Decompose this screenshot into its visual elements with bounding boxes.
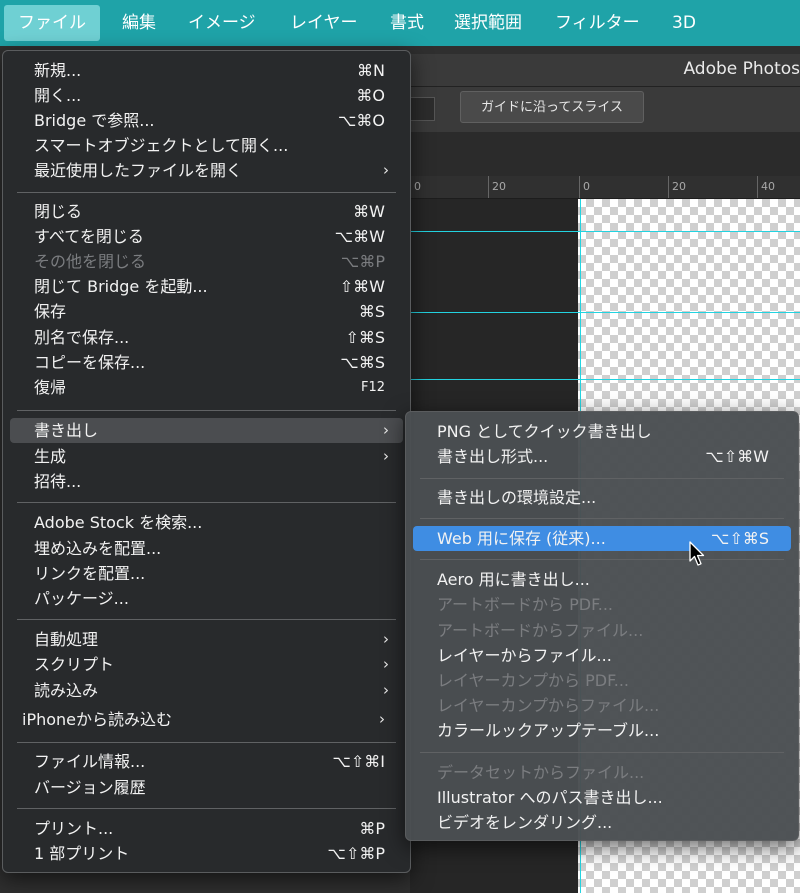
- menu-item-data-sets-as-files: データセットからファイル...: [437, 763, 645, 782]
- ruler-tick: 20: [488, 176, 506, 198]
- chevron-right-icon: ›: [383, 681, 389, 699]
- chevron-right-icon: ›: [383, 161, 389, 179]
- export-submenu: PNG としてクイック書き出し 書き出し形式... ⌥⇧⌘W 書き出しの環境設定.…: [405, 411, 799, 841]
- guide-line[interactable]: [410, 312, 800, 313]
- chevron-right-icon: ›: [383, 630, 389, 648]
- menu-item-artboards-to-files: アートボードからファイル...: [437, 621, 644, 640]
- menu-item-search-adobe-stock[interactable]: Adobe Stock を検索...: [10, 510, 403, 535]
- menu-item-automate[interactable]: 自動処理 ›: [10, 627, 403, 652]
- arrow-cursor-icon: [689, 541, 705, 566]
- menu-item-open-as-smart-object[interactable]: スマートオブジェクトとして開く...: [10, 133, 403, 158]
- menu-item-export-as[interactable]: 書き出し形式... ⌥⇧⌘W: [413, 444, 791, 469]
- menu-separator: [420, 478, 784, 479]
- ruler-tick: 0: [579, 176, 590, 198]
- menu-edit[interactable]: 編集: [108, 5, 170, 41]
- menu-item-revert[interactable]: 復帰 F12: [10, 375, 403, 400]
- options-input[interactable]: [410, 97, 435, 121]
- window-title: Adobe Photos: [683, 59, 800, 79]
- menu-item-browse-in-bridge[interactable]: Bridge で参照... ⌥⌘O: [10, 108, 403, 133]
- menu-item-print-one-copy[interactable]: 1 部プリント ⌥⇧⌘P: [10, 841, 403, 866]
- menu-item-export[interactable]: 書き出し ›: [10, 418, 403, 443]
- slices-from-guides-button[interactable]: ガイドに沿ってスライス: [460, 91, 644, 123]
- menu-item-save-a-copy[interactable]: コピーを保存... ⌥⌘S: [10, 350, 403, 375]
- menu-item-scripts[interactable]: スクリプト ›: [10, 652, 403, 677]
- menu-item-layer-comps-to-pdf: レイヤーカンプから PDF...: [437, 671, 629, 690]
- menu-item-save-for-web-legacy[interactable]: Web 用に保存 (従来)... ⌥⇧⌘S: [413, 526, 791, 551]
- menu-image[interactable]: イメージ: [174, 5, 270, 41]
- guide-line[interactable]: [410, 231, 800, 232]
- menu-item-close[interactable]: 閉じる ⌘W: [10, 199, 403, 224]
- menu-item-invite[interactable]: 招待...: [10, 469, 403, 494]
- menu-item-color-lookup-tables[interactable]: カラールックアップテーブル...: [413, 718, 791, 743]
- menu-item-save[interactable]: 保存 ⌘S: [10, 299, 403, 324]
- document-tab-strip: [410, 132, 800, 176]
- menu-item-open-recent[interactable]: 最近使用したファイルを開く ›: [10, 158, 403, 183]
- menu-item-open[interactable]: 開く... ⌘O: [10, 83, 403, 108]
- menu-item-place-linked[interactable]: リンクを配置...: [10, 561, 403, 586]
- menu-separator: [420, 559, 784, 560]
- menu-type[interactable]: 書式: [376, 5, 438, 41]
- menu-item-export-for-aero[interactable]: Aero 用に書き出し...: [413, 567, 791, 592]
- menu-select[interactable]: 選択範囲: [440, 5, 536, 41]
- menu-item-render-video[interactable]: ビデオをレンダリング...: [413, 810, 791, 835]
- document-titlebar: Adobe Photos: [410, 54, 800, 87]
- menu-item-package[interactable]: パッケージ...: [10, 586, 403, 611]
- menu-item-generate[interactable]: 生成 ›: [10, 444, 403, 469]
- chevron-right-icon: ›: [383, 655, 389, 673]
- menu-item-paths-to-illustrator[interactable]: Illustrator へのパス書き出し...: [413, 785, 791, 810]
- menu-item-close-and-go-to-bridge[interactable]: 閉じて Bridge を起動... ⇧⌘W: [10, 274, 403, 299]
- menu-separator: [17, 410, 396, 411]
- menu-item-place-embedded[interactable]: 埋め込みを配置...: [10, 536, 403, 561]
- chevron-right-icon: ›: [379, 710, 385, 728]
- menu-item-layer-comps-to-files: レイヤーカンプからファイル...: [437, 696, 660, 715]
- chevron-right-icon: ›: [383, 447, 389, 465]
- menu-item-file-info[interactable]: ファイル情報... ⌥⇧⌘I: [10, 749, 403, 774]
- menu-item-new[interactable]: 新規... ⌘N: [10, 58, 403, 83]
- menu-separator: [17, 742, 396, 743]
- menu-item-close-all[interactable]: すべてを閉じる ⌥⌘W: [10, 224, 403, 249]
- ruler-tick: 20: [668, 176, 686, 198]
- menu-item-layers-to-files[interactable]: レイヤーからファイル...: [413, 643, 791, 668]
- menu-separator: [17, 502, 396, 503]
- menu-separator: [420, 752, 784, 753]
- menu-item-print[interactable]: プリント... ⌘P: [10, 816, 403, 841]
- menu-separator: [17, 192, 396, 193]
- menu-separator: [17, 619, 396, 620]
- menu-separator: [17, 808, 396, 809]
- menu-item-version-history[interactable]: バージョン履歴: [10, 775, 403, 800]
- menu-item-artboards-to-pdf: アートボードから PDF...: [437, 595, 613, 614]
- app-menubar: ファイル 編集 イメージ レイヤー 書式 選択範囲 フィルター 3D: [0, 0, 800, 46]
- menu-item-save-as[interactable]: 別名で保存... ⇧⌘S: [10, 325, 403, 350]
- ruler-tick: 40: [757, 176, 775, 198]
- menu-3d[interactable]: 3D: [658, 5, 710, 41]
- menu-filter[interactable]: フィルター: [541, 5, 654, 41]
- menu-layer[interactable]: レイヤー: [276, 5, 372, 41]
- menu-item-close-others: その他を閉じる ⌥⌘P: [34, 252, 385, 271]
- menu-file[interactable]: ファイル: [4, 5, 100, 41]
- menu-separator: [420, 518, 784, 519]
- chevron-right-icon: ›: [383, 421, 389, 439]
- menu-item-import-from-iphone[interactable]: iPhoneから読み込む ›: [10, 707, 403, 732]
- file-menu: 新規... ⌘N 開く... ⌘O Bridge で参照... ⌥⌘O スマートオブジ…: [2, 50, 411, 873]
- guide-line[interactable]: [410, 379, 800, 380]
- horizontal-ruler: 0 20 0 20 40: [410, 176, 800, 199]
- options-bar: ガイドに沿ってスライス: [410, 87, 800, 132]
- menu-item-export-preferences[interactable]: 書き出しの環境設定...: [413, 485, 791, 510]
- menu-item-quick-export-png[interactable]: PNG としてクイック書き出し: [413, 419, 791, 444]
- menu-item-import[interactable]: 読み込み ›: [10, 678, 403, 703]
